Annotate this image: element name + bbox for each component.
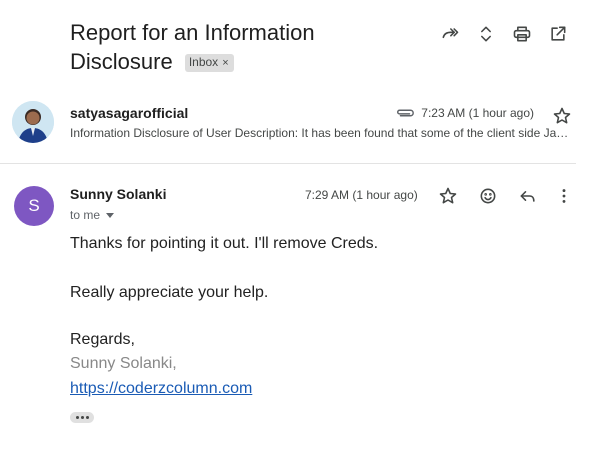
sign-off: Regards, <box>70 331 135 348</box>
dot-icon <box>75 416 79 419</box>
dot-icon <box>85 416 89 419</box>
inbox-label-text: Inbox <box>188 55 219 69</box>
message-body: Thanks for pointing it out. I'll remove … <box>70 236 378 397</box>
remove-label-icon[interactable]: × <box>222 57 228 69</box>
body-line: Really appreciate your help. <box>70 284 269 301</box>
sender-name[interactable]: Sunny Solanki <box>70 186 166 202</box>
more-options-icon[interactable] <box>548 184 580 208</box>
expand-collapse-icon[interactable] <box>468 22 504 46</box>
sender-name[interactable]: satyasagarofficial <box>70 105 188 121</box>
chevron-down-icon[interactable] <box>106 212 115 218</box>
subject-line-1: Report for an Information <box>70 20 315 45</box>
reply-icon[interactable] <box>508 184 548 208</box>
message-timestamp: 7:29 AM (1 hour ago) <box>305 188 418 202</box>
dot-icon <box>80 416 84 419</box>
open-in-new-window-icon[interactable] <box>540 22 576 46</box>
signature-link[interactable]: https://coderzcolumn.com <box>70 380 252 397</box>
avatar <box>12 101 54 143</box>
forward-all-icon[interactable] <box>432 22 468 46</box>
recipient-text: to me <box>70 208 101 222</box>
star-icon[interactable] <box>550 104 574 128</box>
body-line: Thanks for pointing it out. I'll remove … <box>70 235 379 252</box>
inbox-label-chip[interactable]: Inbox × <box>184 54 234 72</box>
print-icon[interactable] <box>504 22 540 46</box>
subject-line-2: Disclosure <box>70 49 173 74</box>
attachment-icon <box>397 109 415 117</box>
avatar[interactable]: S <box>14 186 54 226</box>
star-icon[interactable] <box>428 184 468 208</box>
time-text: 7:23 AM (1 hour ago) <box>421 106 534 120</box>
show-trimmed-content-button[interactable] <box>70 412 94 423</box>
message-actions <box>428 184 580 208</box>
avatar-letter: S <box>28 196 40 215</box>
thread-toolbar <box>432 22 576 46</box>
email-subject: Report for an Information Disclosure Inb… <box>70 18 400 76</box>
signature-name: Sunny Solanki, <box>70 355 177 372</box>
emoji-reaction-icon[interactable] <box>468 184 508 208</box>
message-timestamp: 7:23 AM (1 hour ago) <box>395 106 534 120</box>
recipient-details[interactable]: to me <box>70 208 115 222</box>
message-divider <box>0 163 576 164</box>
message-snippet[interactable]: Information Disclosure of User Descripti… <box>70 126 570 140</box>
